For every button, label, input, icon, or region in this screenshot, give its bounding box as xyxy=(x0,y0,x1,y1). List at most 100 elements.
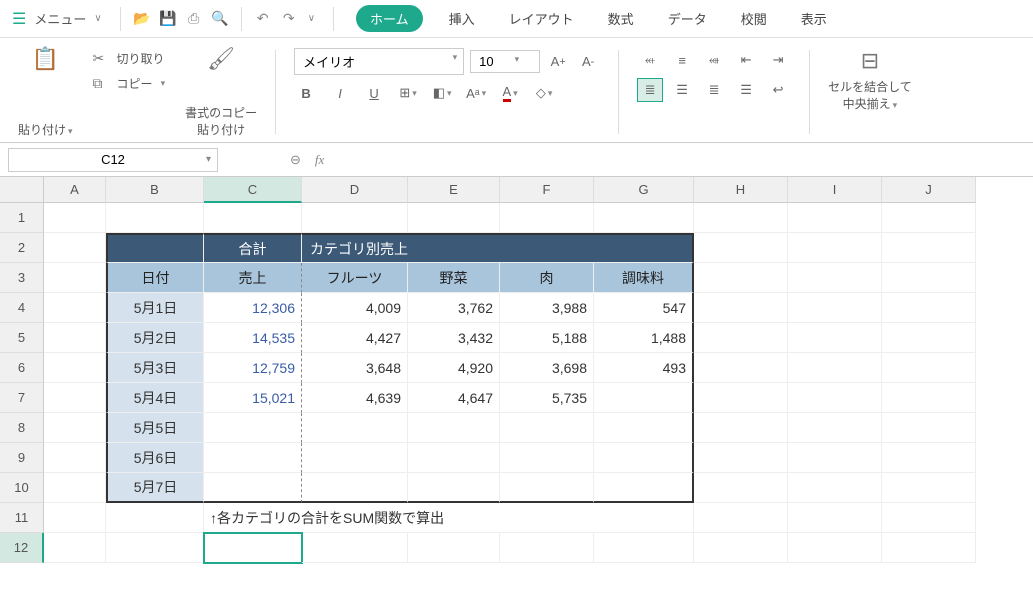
column-header-C[interactable]: C xyxy=(204,177,302,203)
cell[interactable] xyxy=(106,503,204,533)
cell[interactable] xyxy=(44,443,106,473)
column-header-I[interactable]: I xyxy=(788,177,882,203)
cell[interactable] xyxy=(788,503,882,533)
cell[interactable] xyxy=(788,353,882,383)
cell[interactable] xyxy=(204,203,302,233)
column-header-B[interactable]: B xyxy=(106,177,204,203)
tab-layout[interactable]: レイアウト xyxy=(501,5,582,32)
cell[interactable] xyxy=(788,443,882,473)
row-header-9[interactable]: 9 xyxy=(0,443,44,473)
cell-veg[interactable] xyxy=(408,473,500,503)
tab-data[interactable]: データ xyxy=(660,5,715,32)
format-painter-button[interactable]: 🖌 xyxy=(207,46,235,72)
cell-meat[interactable]: 5,188 xyxy=(500,323,594,353)
cell-fruit[interactable]: 4,427 xyxy=(302,323,408,353)
cell[interactable] xyxy=(882,263,976,293)
select-all-corner[interactable] xyxy=(0,177,44,203)
cell[interactable] xyxy=(882,503,976,533)
cell[interactable] xyxy=(788,203,882,233)
cell[interactable] xyxy=(44,203,106,233)
cell-veg[interactable]: 4,647 xyxy=(408,383,500,413)
cell[interactable] xyxy=(302,203,408,233)
indent-decrease-button[interactable]: ⇤ xyxy=(733,48,759,72)
table-title-category[interactable]: カテゴリ別売上 xyxy=(302,233,694,263)
cell-meat[interactable]: 3,988 xyxy=(500,293,594,323)
row-header-7[interactable]: 7 xyxy=(0,383,44,413)
save-icon[interactable]: 💾 xyxy=(157,8,179,30)
cell-veg[interactable]: 3,432 xyxy=(408,323,500,353)
cell[interactable] xyxy=(44,533,106,563)
align-middle-button[interactable]: ≡ xyxy=(669,48,695,72)
cell[interactable] xyxy=(44,413,106,443)
align-bottom-button[interactable]: ⬵ xyxy=(701,48,727,72)
bold-button[interactable]: B xyxy=(294,81,318,105)
cell[interactable] xyxy=(882,383,976,413)
justify-button[interactable]: ☰ xyxy=(733,78,759,102)
cell[interactable] xyxy=(788,533,882,563)
cell[interactable] xyxy=(694,323,788,353)
tab-view[interactable]: 表示 xyxy=(793,5,835,32)
font-color-button[interactable]: A▾ xyxy=(498,81,522,105)
cell-date[interactable]: 5月6日 xyxy=(106,443,204,473)
cell[interactable] xyxy=(694,263,788,293)
underline-button[interactable]: U xyxy=(362,81,386,105)
cell[interactable] xyxy=(594,533,694,563)
cell-meat[interactable]: 5,735 xyxy=(500,383,594,413)
cut-button[interactable]: ✂切り取り xyxy=(93,50,166,67)
cell[interactable] xyxy=(882,413,976,443)
col-header-spice[interactable]: 調味料 xyxy=(594,263,694,293)
row-header-8[interactable]: 8 xyxy=(0,413,44,443)
cell[interactable] xyxy=(694,353,788,383)
row-header-10[interactable]: 10 xyxy=(0,473,44,503)
chevron-down-icon[interactable]: ▾ xyxy=(206,154,211,165)
cell-spice[interactable] xyxy=(594,473,694,503)
cell-veg[interactable]: 4,920 xyxy=(408,353,500,383)
paste-button[interactable]: 📋 xyxy=(32,46,59,72)
cell[interactable] xyxy=(44,263,106,293)
row-header-12[interactable]: 12 xyxy=(0,533,44,563)
cell[interactable] xyxy=(694,503,788,533)
col-header-meat[interactable]: 肉 xyxy=(500,263,594,293)
redo-icon[interactable]: ↷ xyxy=(278,8,300,30)
col-header-veg[interactable]: 野菜 xyxy=(408,263,500,293)
cell[interactable] xyxy=(500,533,594,563)
cell[interactable] xyxy=(694,383,788,413)
cell-sales[interactable]: 12,306 xyxy=(204,293,302,323)
row-header-11[interactable]: 11 xyxy=(0,503,44,533)
align-center-button[interactable]: ☰ xyxy=(669,78,695,102)
cell-sales[interactable]: 15,021 xyxy=(204,383,302,413)
cell[interactable] xyxy=(882,293,976,323)
column-header-A[interactable]: A xyxy=(44,177,106,203)
cell[interactable] xyxy=(408,203,500,233)
cell[interactable] xyxy=(694,203,788,233)
cell[interactable] xyxy=(788,233,882,263)
cell[interactable] xyxy=(44,233,106,263)
decrease-font-icon[interactable]: A- xyxy=(576,50,600,74)
menu-label[interactable]: メニュー xyxy=(34,9,86,28)
cell[interactable] xyxy=(694,293,788,323)
cell[interactable] xyxy=(44,503,106,533)
table-title-total[interactable]: 合計 xyxy=(204,233,302,263)
cell[interactable] xyxy=(106,203,204,233)
copy-button[interactable]: ⧉コピー▾ xyxy=(93,75,166,92)
cell-veg[interactable] xyxy=(408,443,500,473)
fx-label[interactable]: fx xyxy=(315,152,324,168)
cell-spice[interactable] xyxy=(594,413,694,443)
cell-meat[interactable] xyxy=(500,473,594,503)
cell-sales[interactable]: 12,759 xyxy=(204,353,302,383)
cell[interactable] xyxy=(788,383,882,413)
name-box[interactable]: C12 ▾ xyxy=(8,148,218,172)
highlight-button[interactable]: ◇▾ xyxy=(532,81,556,105)
cell[interactable] xyxy=(882,533,976,563)
cell-sales[interactable] xyxy=(204,473,302,503)
align-left-button[interactable]: ≣ xyxy=(637,78,663,102)
cell-veg[interactable]: 3,762 xyxy=(408,293,500,323)
cell-date[interactable]: 5月1日 xyxy=(106,293,204,323)
cell-fruit[interactable] xyxy=(302,413,408,443)
cell-meat[interactable] xyxy=(500,413,594,443)
cell-date[interactable]: 5月5日 xyxy=(106,413,204,443)
cell[interactable] xyxy=(500,203,594,233)
print-icon[interactable]: ⎙ xyxy=(183,8,205,30)
merge-cells-button[interactable]: ⊟ xyxy=(861,48,879,74)
font-size-select[interactable]: 10▾ xyxy=(470,50,540,73)
